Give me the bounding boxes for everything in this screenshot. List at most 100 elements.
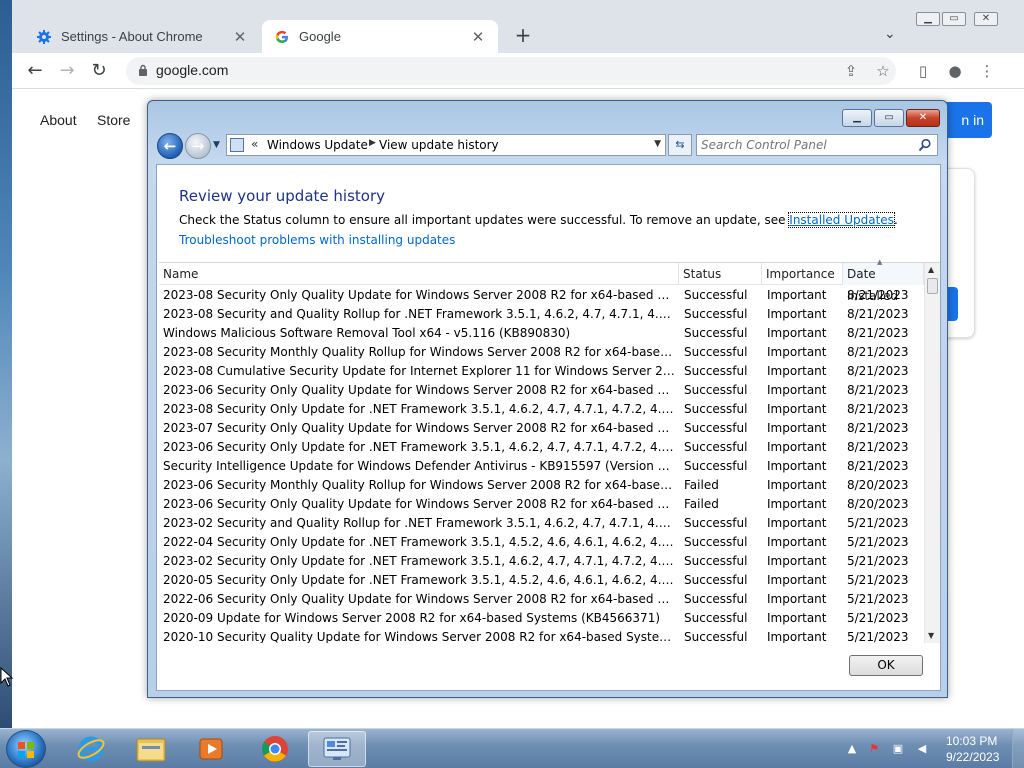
list-item[interactable]: 2022-04 Security Only Update for .NET Fr… [159, 533, 924, 552]
show-hidden-icons-icon[interactable]: ▲ [845, 742, 859, 756]
forward-arrow-icon[interactable]: → [56, 60, 78, 82]
address-bar[interactable]: google.com [126, 57, 896, 85]
profile-avatar-icon[interactable]: ● [946, 62, 964, 80]
scroll-down-icon[interactable]: ▼ [928, 631, 934, 640]
list-item[interactable]: 2023-02 Security and Quality Rollup for … [159, 514, 924, 533]
control-panel-icon [230, 138, 244, 152]
minimize-icon[interactable]: ▁ [916, 12, 940, 26]
update-name: 2023-08 Cumulative Security Update for I… [163, 364, 675, 378]
list-item[interactable]: 2023-08 Security Only Update for .NET Fr… [159, 400, 924, 419]
store-link[interactable]: Store [97, 112, 130, 128]
tab-title: Settings - About Chrome [61, 29, 203, 44]
breadcrumb[interactable]: « Windows Update ▶ View update history ▼ [226, 134, 666, 156]
update-name: 2023-08 Security and Quality Rollup for … [163, 307, 675, 321]
update-importance: Important [767, 573, 827, 587]
list-item[interactable]: 2020-10 Security Quality Update for Wind… [159, 628, 924, 643]
back-arrow-icon[interactable]: ← [157, 133, 183, 159]
tab-strip: Settings - About Chrome ✕ Google ✕ + ⌄ ▁… [12, 0, 1024, 53]
sort-indicator-icon: ▲ [877, 258, 883, 266]
list-item[interactable]: 2023-06 Security Only Quality Update for… [159, 381, 924, 400]
update-date: 8/21/2023 [847, 440, 909, 454]
more-menu-icon[interactable]: ⋮ [978, 62, 996, 80]
forward-arrow-icon[interactable]: → [185, 133, 211, 159]
list-item[interactable]: 2020-05 Security Only Update for .NET Fr… [159, 571, 924, 590]
list-item[interactable]: 2023-07 Security Only Quality Update for… [159, 419, 924, 438]
clock-time[interactable]: 10:03 PM [946, 734, 997, 748]
new-tab-icon[interactable]: + [512, 24, 534, 46]
update-status: Successful [684, 611, 748, 625]
search-control-panel[interactable] [696, 134, 938, 156]
breadcrumb-overflow-icon[interactable]: « [251, 137, 258, 151]
maximize-icon[interactable]: ▭ [874, 109, 904, 127]
update-date: 8/20/2023 [847, 497, 909, 511]
scrollbar-thumb[interactable] [927, 278, 938, 294]
vertical-scrollbar[interactable]: ▲ ▼ [924, 263, 940, 643]
about-link[interactable]: About [40, 112, 77, 128]
network-icon[interactable]: ▣ [891, 742, 905, 756]
tab-settings-about-chrome[interactable]: Settings - About Chrome ✕ [24, 20, 260, 53]
column-header-importance[interactable]: Importance [762, 263, 843, 285]
troubleshoot-link[interactable]: Troubleshoot problems with installing up… [179, 233, 455, 247]
close-icon[interactable]: ✕ [906, 109, 940, 127]
ok-button[interactable]: OK [849, 655, 923, 676]
media-player-icon[interactable] [182, 731, 240, 767]
list-item[interactable]: Security Intelligence Update for Windows… [159, 457, 924, 476]
installed-updates-link[interactable]: Installed Updates [788, 212, 895, 228]
show-desktop-button[interactable] [1012, 729, 1024, 768]
update-name: 2020-05 Security Only Update for .NET Fr… [163, 573, 675, 587]
start-button[interactable] [6, 730, 46, 768]
update-date: 8/21/2023 [847, 307, 909, 321]
list-header: Name Status Importance Date Installed ▲ [159, 258, 924, 303]
update-date: 8/21/2023 [847, 345, 909, 359]
update-importance: Important [767, 516, 827, 530]
close-icon[interactable]: ✕ [974, 12, 998, 26]
action-center-flag-icon[interactable]: ⚑ [867, 742, 881, 756]
update-date: 8/21/2023 [847, 421, 909, 435]
list-item[interactable]: 2023-08 Security and Quality Rollup for … [159, 305, 924, 324]
column-header-date-installed[interactable]: Date Installed [843, 263, 924, 303]
list-item[interactable]: 2023-02 Security Only Update for .NET Fr… [159, 552, 924, 571]
minimize-icon[interactable]: ▁ [842, 109, 872, 127]
update-name: 2023-02 Security Only Update for .NET Fr… [163, 554, 675, 568]
bookmark-star-icon[interactable]: ☆ [874, 62, 892, 80]
clock-date[interactable]: 9/22/2023 [946, 750, 999, 764]
breadcrumb-separator-icon[interactable]: ▶ [369, 138, 376, 148]
file-explorer-icon[interactable] [122, 731, 180, 767]
maximize-icon[interactable]: ▭ [942, 12, 966, 26]
list-item[interactable]: 2020-09 Update for Windows Server 2008 R… [159, 609, 924, 628]
search-icon[interactable] [918, 138, 932, 152]
breadcrumb-windows-update[interactable]: Windows Update [267, 138, 368, 152]
list-item[interactable]: 2023-06 Security Only Update for .NET Fr… [159, 438, 924, 457]
update-status: Successful [684, 364, 748, 378]
back-arrow-icon[interactable]: ← [24, 60, 46, 82]
list-item[interactable]: 2022-06 Security Only Quality Update for… [159, 590, 924, 609]
chrome-icon[interactable] [246, 731, 304, 767]
list-item[interactable]: 2023-08 Security Monthly Quality Rollup … [159, 343, 924, 362]
internet-explorer-icon[interactable] [62, 731, 120, 767]
side-panel-icon[interactable]: ▯ [914, 62, 932, 80]
reload-icon[interactable]: ↻ [88, 60, 110, 82]
address-dropdown-icon[interactable]: ▼ [654, 139, 661, 149]
column-header-name[interactable]: Name [159, 263, 679, 285]
list-item[interactable]: 2023-08 Security Only Quality Update for… [159, 286, 924, 305]
control-panel-icon[interactable] [308, 731, 366, 767]
volume-muted-icon[interactable]: ◀ [915, 742, 929, 756]
close-tab-icon[interactable]: ✕ [470, 28, 486, 46]
search-input[interactable] [701, 137, 911, 153]
tab-search-chevron-icon[interactable]: ⌄ [884, 26, 896, 42]
tab-google[interactable]: Google ✕ [262, 20, 498, 53]
update-date: 8/21/2023 [847, 364, 909, 378]
breadcrumb-view-update-history[interactable]: View update history [379, 138, 499, 152]
update-name: 2023-06 Security Only Update for .NET Fr… [163, 440, 675, 454]
share-icon[interactable]: ⇪ [842, 62, 860, 80]
update-status: Successful [684, 421, 748, 435]
list-item[interactable]: 2023-06 Security Only Quality Update for… [159, 495, 924, 514]
scroll-up-icon[interactable]: ▲ [928, 265, 934, 274]
refresh-icon[interactable]: ⇆ [668, 134, 692, 156]
list-item[interactable]: Windows Malicious Software Removal Tool … [159, 324, 924, 343]
column-header-status[interactable]: Status [679, 263, 762, 285]
list-item[interactable]: 2023-08 Cumulative Security Update for I… [159, 362, 924, 381]
recent-pages-dropdown-icon[interactable]: ▼ [213, 140, 220, 150]
close-tab-icon[interactable]: ✕ [232, 28, 248, 46]
list-item[interactable]: 2023-06 Security Monthly Quality Rollup … [159, 476, 924, 495]
